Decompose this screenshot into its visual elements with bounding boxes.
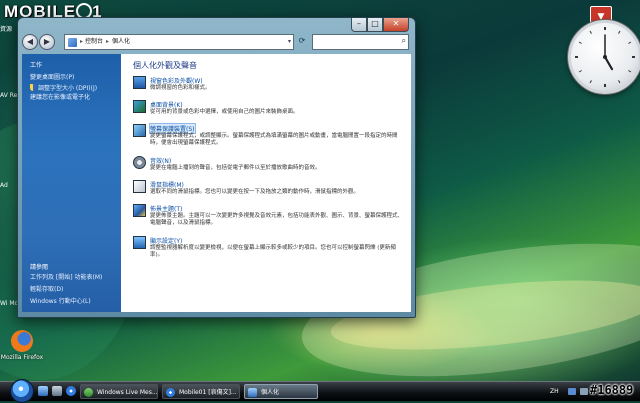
screensaver-icon xyxy=(133,124,146,137)
item-title-link[interactable]: 顯示設定(Y) xyxy=(150,236,182,245)
mouse-pointer-icon xyxy=(133,180,146,193)
language-indicator[interactable]: ZH xyxy=(550,384,559,399)
watermark-stamp: #16889 xyxy=(590,383,634,397)
address-dropdown-icon[interactable]: ▾ xyxy=(288,35,291,49)
firefox-icon xyxy=(11,330,33,352)
uac-shield-icon xyxy=(30,84,36,91)
clock-tick xyxy=(589,80,592,84)
breadcrumb-control-panel[interactable]: 控制台 xyxy=(85,35,103,49)
back-button[interactable]: ◀ xyxy=(22,34,38,50)
task-pane: 工作 變更桌面圖示(P) 調整字型大小 (DPI)(J) 建議您在影像或電子化 … xyxy=(22,54,121,312)
clock-tick xyxy=(618,80,621,84)
item-description: 變更螢幕保護程式，或調整顯示。螢幕保護程式為填滿螢幕的圖片或動畫，當電腦閒置一段… xyxy=(150,133,398,146)
desktop-icon-label-fragment[interactable]: 資源 xyxy=(0,26,12,33)
clock-tick xyxy=(628,70,632,73)
item-title-link[interactable]: 螢幕保護裝置(S) xyxy=(149,123,196,134)
item-description: 選取不同的滑鼠指標。您也可以變更在按一下及拖放之類的動作時，滑鼠指標的外觀。 xyxy=(150,189,360,195)
network-icon[interactable] xyxy=(580,388,588,395)
quicklaunch-show-desktop-icon[interactable] xyxy=(38,386,48,396)
clock-tick xyxy=(618,30,621,34)
desktop-icon-label-fragment[interactable]: Wi Mo xyxy=(0,300,18,307)
clock-tick xyxy=(578,41,582,44)
caption-buttons: – □ ✕ xyxy=(351,18,409,32)
task-third-link[interactable]: 建議您在影像或電子化 xyxy=(30,94,116,102)
minimize-button[interactable]: – xyxy=(351,18,367,32)
content-pane: 個人化外觀及聲音 視窗色彩及外觀(W) 微調視窗的色彩和樣式。 桌面背景(K) … xyxy=(121,54,411,312)
taskbar-button-label: Mobile01 [哀傷文]... xyxy=(179,389,237,396)
item-title-link[interactable]: 音效(N) xyxy=(150,156,171,165)
forward-button[interactable]: ▶ xyxy=(39,34,55,50)
search-input[interactable]: ⌕ xyxy=(312,34,409,50)
personalization-icon xyxy=(248,388,257,397)
task-change-desktop-icons[interactable]: 變更桌面圖示(P) xyxy=(30,74,116,82)
taskbar-button-label: Windows Live Mes... xyxy=(97,389,158,396)
item-description: 變更在電腦上播到的聲音，包括從電子郵件以至於播放歌曲時的音效。 xyxy=(150,165,321,171)
control-panel-icon xyxy=(68,37,77,47)
page-title: 個人化外觀及聲音 xyxy=(133,61,197,70)
item-description: 從可用的背景或色彩中選擇，或使用自己的圖片來裝飾桌面。 xyxy=(150,109,299,115)
address-bar[interactable]: ▸ 控制台 ▸ 個人化 ▾ xyxy=(64,34,294,50)
taskbar: Windows Live Mes... Mobile01 [哀傷文]... 個人… xyxy=(0,379,640,403)
breadcrumb-personalization[interactable]: 個人化 xyxy=(112,35,130,49)
desktop-icon-label-fragment[interactable]: Ad xyxy=(0,182,8,189)
item-title-link[interactable]: 視窗色彩及外觀(W) xyxy=(150,76,203,85)
sound-icon xyxy=(133,156,146,169)
clock-tick xyxy=(628,41,632,44)
desktop-icon-label-fragment[interactable]: AV Re xyxy=(0,92,17,99)
desktop-icon-label: Mozilla Firefox xyxy=(0,354,44,361)
personalization-window[interactable]: – □ ✕ ◀ ▶ ▸ 控制台 ▸ 個人化 ▾ ⟳ ⌕ 工作 變更桌面圖示(P)… xyxy=(17,17,416,318)
see-also-ease-of-access[interactable]: 輕鬆存取(D) xyxy=(30,286,116,294)
breadcrumb-sep: ▸ xyxy=(80,38,84,45)
maximize-button[interactable]: □ xyxy=(367,18,383,32)
item-description: 微調視窗的色彩和樣式。 xyxy=(150,85,211,91)
see-also-mobility-center[interactable]: Windows 行動中心(L) xyxy=(30,298,116,306)
desktop-background-icon xyxy=(133,100,146,113)
quicklaunch-switch-windows-icon[interactable] xyxy=(52,386,62,396)
item-title-link[interactable]: 佈景主題(T) xyxy=(150,204,182,213)
clock-gadget[interactable] xyxy=(568,20,640,94)
desktop-icon-firefox[interactable]: Mozilla Firefox xyxy=(0,330,44,361)
language-bar-icon[interactable] xyxy=(568,388,576,395)
refresh-icon[interactable]: ⟳ xyxy=(296,34,308,48)
task-adjust-font-size[interactable]: 調整字型大小 (DPI)(J) xyxy=(30,84,116,93)
close-button[interactable]: ✕ xyxy=(383,18,409,32)
item-description: 調整監視器解析度以變更檢視，以便在螢幕上顯示較多或較少的項目。您也可以控制螢幕閃… xyxy=(150,245,396,258)
clock-tick xyxy=(578,70,582,73)
item-title-link[interactable]: 滑鼠指標(M) xyxy=(150,180,184,189)
see-also-heading: 請參閱 xyxy=(30,264,49,271)
breadcrumb-sep: ▸ xyxy=(106,38,110,45)
clock-tick xyxy=(589,30,592,34)
item-title-link[interactable]: 桌面背景(K) xyxy=(150,100,183,109)
search-icon[interactable]: ⌕ xyxy=(402,36,406,46)
display-settings-icon xyxy=(133,236,146,249)
taskbar-button-personalization[interactable]: 個人化 xyxy=(244,384,318,399)
messenger-icon xyxy=(84,388,93,397)
theme-icon xyxy=(133,204,146,217)
navigation-bar: ◀ ▶ ▸ 控制台 ▸ 個人化 ▾ ⟳ ⌕ xyxy=(22,32,411,52)
item-description: 變更佈景主題。主題可以一次變更許多視覺及音效元素，包括功能表外觀、圖示、背景、螢… xyxy=(150,213,404,226)
ie-icon xyxy=(166,388,175,397)
see-also-taskbar[interactable]: 工作列及 [開始] 功能表(M) xyxy=(30,274,116,282)
clock-face-icon xyxy=(575,27,635,87)
start-button[interactable] xyxy=(10,379,34,403)
tasks-heading: 工作 xyxy=(30,62,43,69)
window-color-icon xyxy=(133,76,146,89)
taskbar-button-browser[interactable]: Mobile01 [哀傷文]... xyxy=(162,384,240,399)
taskbar-button-label: 個人化 xyxy=(261,389,280,396)
quicklaunch-ie-icon[interactable] xyxy=(66,386,76,396)
taskbar-button-messenger[interactable]: Windows Live Mes... xyxy=(80,384,158,399)
